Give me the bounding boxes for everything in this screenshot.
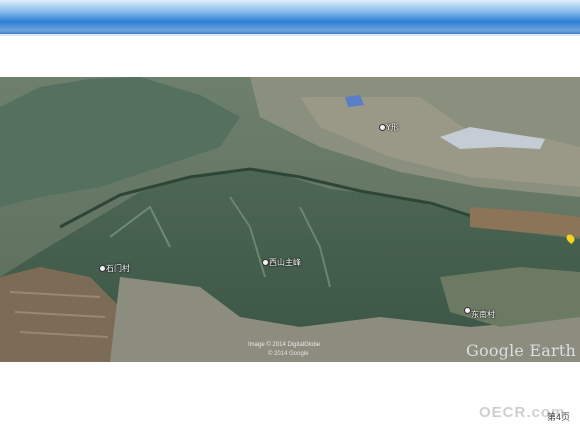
copyright-attribution: © 2014 Google <box>268 351 309 357</box>
imagery-attribution: Image © 2014 DigitalGlobe <box>248 342 321 348</box>
satellite-map[interactable]: Y形 石门村 西山主峰 东南村 Image © 2014 DigitalGlob… <box>0 77 580 362</box>
page-number: 第4页 <box>547 412 571 422</box>
placemark-right-pin-icon[interactable] <box>464 307 471 314</box>
placemark-top-pin-icon[interactable] <box>379 124 386 131</box>
placemark-center-pin-icon[interactable] <box>262 259 269 266</box>
google-earth-logo: Google Earth <box>466 341 576 360</box>
placemark-left-pin-icon[interactable] <box>99 265 106 272</box>
placemark-left-label[interactable]: 石门村 <box>106 263 130 274</box>
banner-edge <box>0 34 580 36</box>
header-banner <box>0 0 580 36</box>
placemark-right-label[interactable]: 东南村 <box>471 309 495 320</box>
placemark-center-label[interactable]: 西山主峰 <box>269 257 301 268</box>
placemark-top-label[interactable]: Y形 <box>386 122 399 133</box>
